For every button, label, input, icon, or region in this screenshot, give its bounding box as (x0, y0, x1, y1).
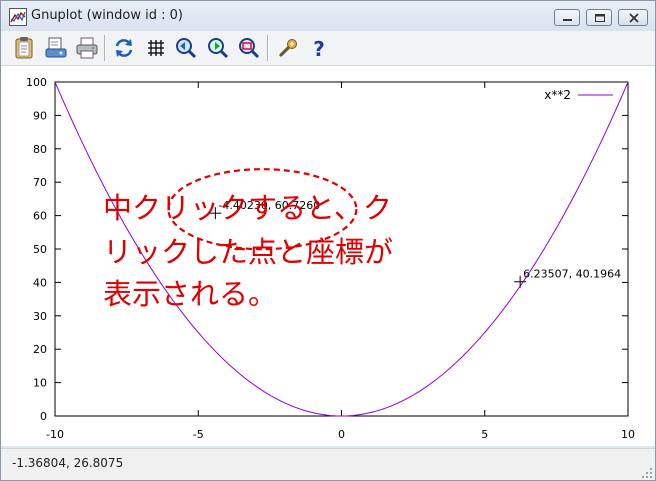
annotation-line-3: 表示される。 (103, 277, 278, 311)
maximize-icon (595, 14, 605, 22)
y-tick-label: 90 (33, 109, 47, 122)
replot-icon[interactable] (112, 36, 136, 60)
resize-grip-icon[interactable] (641, 467, 653, 479)
close-button[interactable] (618, 9, 648, 26)
zoom-previous-icon[interactable] (174, 36, 198, 60)
minimize-button[interactable] (554, 9, 580, 26)
y-tick-label: 20 (33, 343, 47, 356)
clipboard-icon[interactable] (12, 36, 36, 60)
annotation-line-1: 中クリックすると、ク (103, 191, 392, 225)
x-tick-label: 10 (621, 428, 635, 441)
unzoom-icon[interactable] (237, 36, 261, 60)
toolbar: ? (1, 31, 655, 66)
x-tick-label: -10 (46, 428, 64, 441)
y-tick-label: 60 (33, 210, 47, 223)
y-tick-label: 70 (33, 176, 47, 189)
mouse-coordinates: -1.36804, 26.8075 (12, 456, 124, 470)
y-tick-label: 0 (40, 410, 47, 423)
status-bar: -1.36804, 26.8075 (1, 448, 655, 480)
gnuplot-app-icon (9, 8, 27, 26)
zoom-next-icon[interactable] (206, 36, 230, 60)
minimize-icon (563, 19, 572, 21)
y-tick-label: 100 (26, 76, 47, 89)
toolbar-separator (267, 35, 269, 61)
legend-label: x**2 (544, 88, 571, 102)
grid-icon[interactable] (144, 36, 168, 60)
y-tick-label: 80 (33, 143, 47, 156)
close-icon (629, 13, 639, 23)
x-tick-label: -5 (193, 428, 204, 441)
toolbar-separator (104, 35, 106, 61)
x-tick-label: 5 (481, 428, 488, 441)
click-mark-label: 6.23507, 40.1964 (523, 268, 621, 281)
maximize-button[interactable] (586, 9, 612, 26)
y-tick-label: 50 (33, 243, 47, 256)
print-preview-icon[interactable] (44, 36, 68, 60)
options-icon[interactable] (276, 36, 300, 60)
y-tick-label: 10 (33, 377, 47, 390)
gnuplot-window: Gnuplot (window id : 0) ? -10 -5 0 5 10 … (0, 0, 656, 481)
printer-icon[interactable] (75, 36, 99, 60)
annotation-line-2: リックした点と座標が (103, 235, 394, 269)
svg-text:?: ? (313, 37, 325, 60)
window-title: Gnuplot (window id : 0) (31, 8, 183, 23)
x-tick-label: 0 (338, 428, 345, 441)
help-icon[interactable]: ? (307, 36, 331, 60)
y-tick-label: 40 (33, 276, 47, 289)
y-tick-label: 30 (33, 310, 47, 323)
title-bar[interactable]: Gnuplot (window id : 0) (1, 1, 655, 31)
